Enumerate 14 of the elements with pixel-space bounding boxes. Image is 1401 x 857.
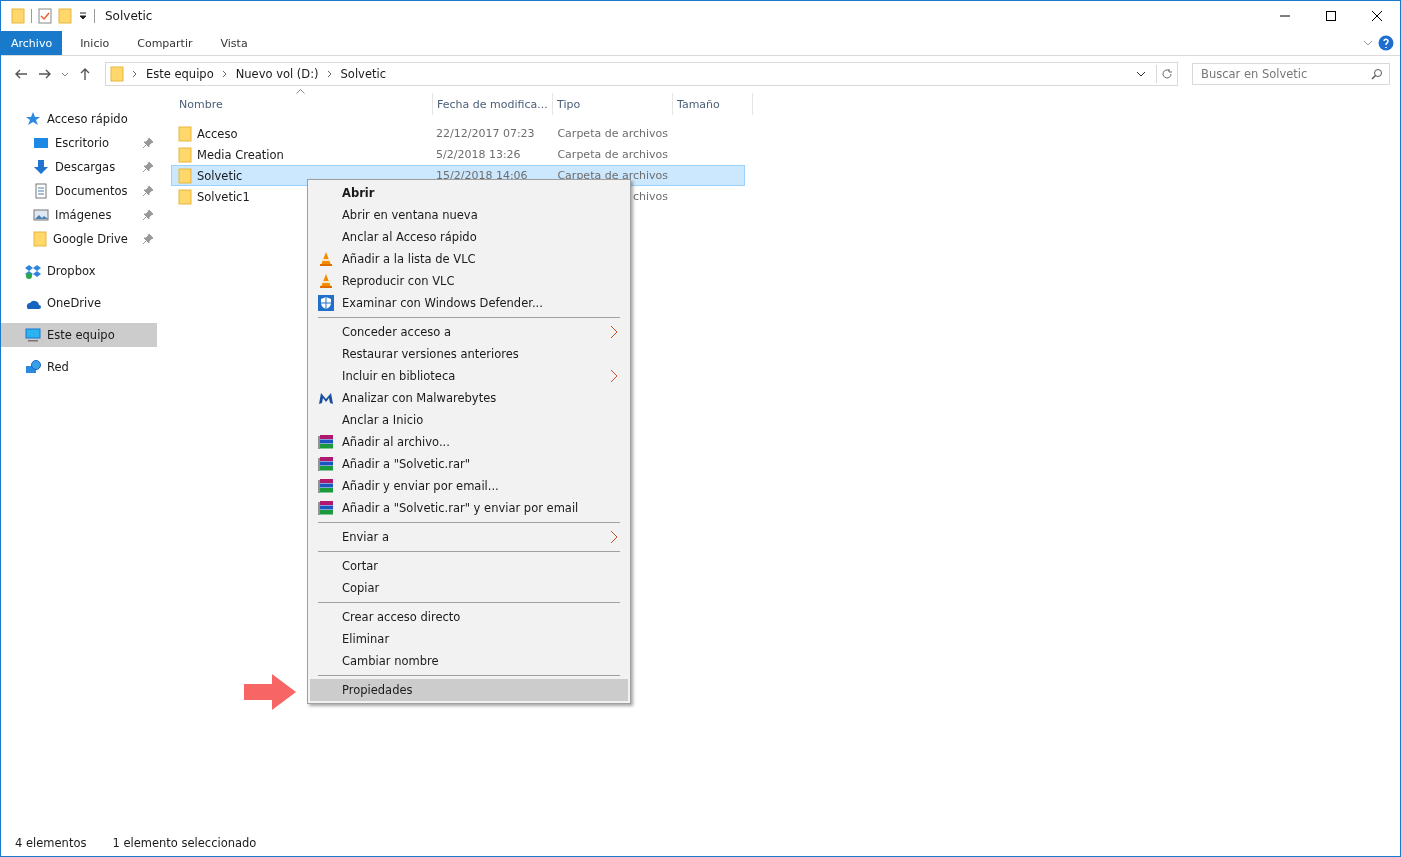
window-title: Solvetic [105,9,153,23]
type-cell: Carpeta de archivos [557,148,668,161]
file-name: Solvetic [197,168,243,183]
date-cell-text: 15/2/2018 14:06 [435,169,529,182]
type-cell: Carpeta de archivos [557,169,668,182]
date-cell-text: 22/12/2017 07:23 [435,127,536,140]
file-name: Acceso [197,126,238,141]
item-count: 4 elementos [15,836,87,850]
selection-status: 1 elemento seleccionado [112,836,257,850]
type-cell: chivos [632,190,668,203]
type-cell: Carpeta de archivos [557,127,668,140]
date-cell-text: 5/2/2018 13:26 [435,148,522,161]
file-name: Solvetic1 [197,189,250,204]
file-name: Media Creation [197,147,284,162]
